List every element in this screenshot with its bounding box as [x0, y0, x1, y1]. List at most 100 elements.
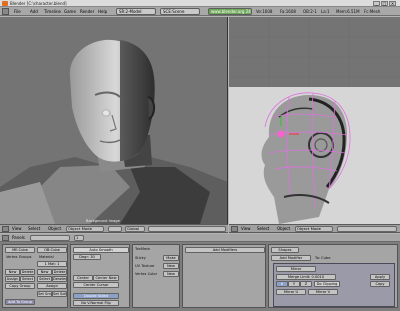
- do-clipping-toggle[interactable]: Do Clipping: [314, 281, 340, 287]
- mirror-axis-z[interactable]: Z: [300, 281, 312, 287]
- apply-modifier-button[interactable]: Apply: [370, 274, 390, 280]
- stat-lamps: La:1: [321, 9, 330, 14]
- material-label: Material: [39, 255, 54, 259]
- stat-memory: Mem:6.51M: [336, 9, 360, 14]
- add-modifier-menu[interactable]: Add Modifier: [271, 255, 311, 261]
- vertex-color-new-button[interactable]: New: [163, 271, 179, 277]
- editor-type-icon[interactable]: [2, 8, 9, 15]
- blender-logo-icon: [2, 1, 8, 6]
- menu-add[interactable]: Add: [30, 9, 38, 14]
- context-buttons[interactable]: [30, 235, 70, 241]
- menu-render[interactable]: Render: [80, 9, 94, 14]
- stat-mesh: Fc:Mesh: [364, 9, 381, 14]
- link-materials-panel: ME:Cube OB:Cube Vertex Groups Material 1…: [2, 244, 68, 308]
- uv-texture-label: UV Texture: [135, 264, 155, 268]
- material-new-button[interactable]: New: [37, 269, 52, 275]
- mirror-modifier-box: Mirror Merge Limit: 0.0010 X Y Z Do Clip…: [273, 263, 395, 307]
- degr-field[interactable]: Degr: 30: [73, 254, 101, 260]
- copy-group-button[interactable]: Copy Group: [5, 283, 35, 289]
- center-new-button[interactable]: Center New: [93, 275, 119, 281]
- mirror-axis-x[interactable]: X: [276, 281, 288, 287]
- mirror-v-toggle[interactable]: Mirror V: [308, 289, 338, 295]
- vgroup-delete-button[interactable]: Delete: [20, 269, 35, 275]
- buttons-window: ME:Cube OB:Cube Vertex Groups Material 1…: [0, 242, 400, 311]
- draw-type-button[interactable]: [108, 226, 122, 232]
- side-view-wireframe: [229, 17, 400, 224]
- frame-field[interactable]: 1: [74, 235, 84, 241]
- layer-buttons[interactable]: [337, 226, 397, 232]
- close-button[interactable]: ✕: [389, 1, 396, 6]
- menu-object[interactable]: Object: [48, 227, 61, 231]
- buttons-window-toolbar: Panels 1: [0, 234, 400, 242]
- uv-texture-new-button[interactable]: New: [163, 263, 179, 269]
- menu-view[interactable]: View: [241, 227, 251, 231]
- material-deselect-button[interactable]: Deselect: [52, 276, 67, 282]
- object-name-field[interactable]: OB:Cube: [37, 247, 67, 253]
- stat-vertices: Ve:1608: [256, 9, 273, 14]
- window-title: Blender [C:\character.blend]: [10, 1, 67, 6]
- pivot-selector[interactable]: Global: [125, 226, 145, 232]
- add-modifiers-button[interactable]: Add Modifiers: [185, 247, 265, 253]
- shapes-tab[interactable]: Shapes: [271, 247, 299, 253]
- right-viewport-header: View Select Object Object Mode: [229, 224, 400, 233]
- vertex-color-label: Vertex Color: [135, 272, 158, 276]
- editor-type-icon[interactable]: [2, 235, 9, 241]
- sticky-label: Sticky: [135, 256, 146, 260]
- auto-smooth-toggle[interactable]: Auto Smooth: [73, 247, 129, 253]
- material-select-button[interactable]: Select: [37, 276, 52, 282]
- window-title-bar: Blender [C:\character.blend] _ □ ✕: [0, 0, 400, 7]
- menu-select[interactable]: Select: [257, 227, 269, 231]
- character-head-render: [0, 39, 227, 224]
- mirror-axis-y[interactable]: Y: [288, 281, 300, 287]
- menu-select[interactable]: Select: [28, 227, 40, 231]
- set-solid-button[interactable]: Set Solid: [52, 291, 67, 297]
- main-menu-bar: File Add Timeline Game Render Help SR:2-…: [0, 7, 400, 16]
- blender-version-link[interactable]: www.blender.org 243: [208, 8, 252, 15]
- mode-selector[interactable]: Object Mode: [295, 226, 333, 232]
- menu-view[interactable]: View: [12, 227, 22, 231]
- minimize-button[interactable]: _: [373, 1, 380, 6]
- mesh-name-field[interactable]: ME:Cube: [5, 247, 35, 253]
- center-cursor-button[interactable]: Center Cursor: [73, 282, 119, 288]
- center-button[interactable]: Center: [73, 275, 93, 281]
- material-delete-button[interactable]: Delete: [52, 269, 67, 275]
- screen-selector[interactable]: SR:2-Model: [116, 8, 156, 15]
- vgroup-assign-button[interactable]: Assign: [5, 276, 20, 282]
- material-index-field[interactable]: 1 Mat: 1: [37, 261, 67, 267]
- mesh-panel: Auto Smooth Degr: 30 Center Center New C…: [70, 244, 130, 308]
- stat-faces: Fa:1608: [280, 9, 296, 14]
- add-to-group-button[interactable]: Add To Group: [5, 299, 35, 305]
- background-image-label: Background image: [86, 219, 120, 223]
- modifier-stack-panel: Shapes Add Modifier To: Cube Mirror Merg…: [268, 244, 398, 308]
- editor-type-icon[interactable]: [231, 226, 238, 232]
- mirror-modifier-name[interactable]: Mirror: [276, 266, 316, 272]
- set-smooth-button[interactable]: Set Smooth: [37, 291, 52, 297]
- menu-game[interactable]: Game: [64, 9, 76, 14]
- menu-object[interactable]: Object: [277, 227, 290, 231]
- left-3d-viewport[interactable]: [0, 17, 228, 224]
- merge-limit-field[interactable]: Merge Limit: 0.0010: [276, 274, 336, 280]
- texmesh-label: TexMesh: [135, 247, 151, 251]
- menu-help[interactable]: Help: [98, 9, 107, 14]
- no-vnormal-flip-toggle[interactable]: No V.Normal Flip: [73, 300, 119, 306]
- layer-buttons[interactable]: [148, 226, 226, 232]
- copy-modifier-button[interactable]: Copy: [370, 281, 390, 287]
- scene-selector[interactable]: SCE:Scene: [160, 8, 200, 15]
- double-sided-toggle[interactable]: Double Sided: [73, 293, 119, 299]
- vgroup-select-button[interactable]: Select: [20, 276, 35, 282]
- menu-file[interactable]: File: [14, 9, 21, 14]
- modifiers-panel: Add Modifiers: [182, 244, 266, 308]
- mode-selector[interactable]: Object Mode: [66, 226, 104, 232]
- sticky-make-button[interactable]: Make: [163, 255, 179, 261]
- menu-timeline[interactable]: Timeline: [44, 9, 61, 14]
- material-assign-button[interactable]: Assign: [37, 283, 67, 289]
- vgroup-new-button[interactable]: New: [5, 269, 20, 275]
- right-3d-viewport[interactable]: [229, 17, 400, 224]
- panels-menu[interactable]: Panels: [12, 236, 25, 240]
- texmesh-panel: TexMesh Sticky Make UV Texture New Verte…: [132, 244, 180, 308]
- mirror-u-toggle[interactable]: Mirror U: [276, 289, 306, 295]
- maximize-button[interactable]: □: [381, 1, 388, 6]
- modifier-target-label: To: Cube: [315, 256, 331, 260]
- vertex-groups-label: Vertex Groups: [6, 255, 32, 259]
- editor-type-icon[interactable]: [2, 226, 9, 232]
